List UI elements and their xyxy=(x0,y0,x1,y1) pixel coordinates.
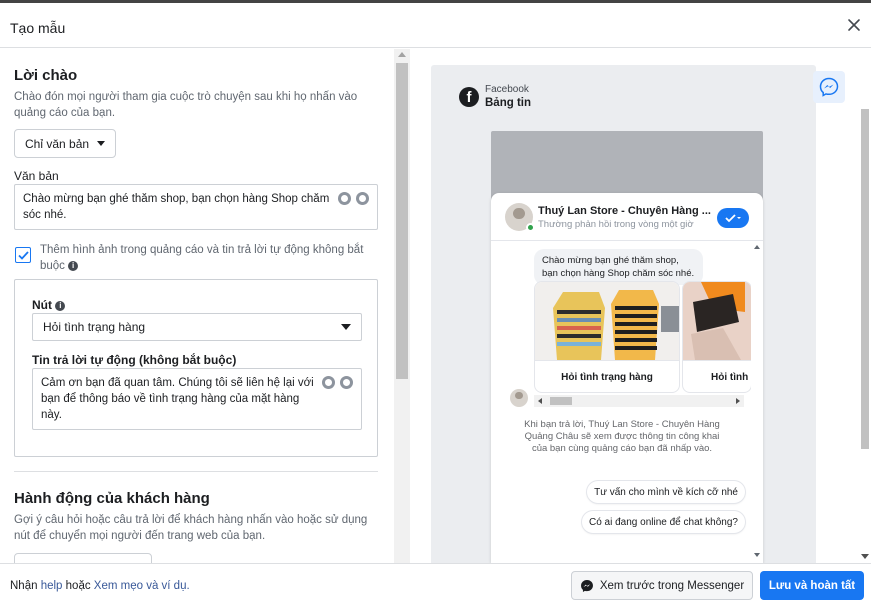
dialog-header: Tạo mẫu xyxy=(0,6,871,48)
privacy-notice: Khi bạn trả lời, Thuý Lan Store - Chuyên… xyxy=(524,419,720,454)
chat-header: Thuý Lan Store - Chuyên Hàng ... Thường … xyxy=(491,193,763,241)
info-icon[interactable]: i xyxy=(68,260,79,271)
format-select[interactable]: Chỉ văn bản xyxy=(14,129,117,158)
greeting-description: Chào đón mọi người tham gia cuộc trò chu… xyxy=(14,91,358,119)
product-card: Hỏi tình xyxy=(682,281,752,393)
save-and-finish-button[interactable]: Lưu và hoàn tất xyxy=(760,571,864,600)
button-select-value: Hỏi tình trạng hàng xyxy=(43,320,146,334)
greeting-text-field[interactable]: Chào mừng bạn ghé thăm shop, bạn chọn hà… xyxy=(14,184,378,230)
scroll-down-icon[interactable] xyxy=(754,553,760,557)
scrollbar-thumb[interactable] xyxy=(861,109,869,449)
add-images-label-text: Thêm hình ảnh trong quảng cáo và tin trả… xyxy=(40,244,364,272)
add-images-checkbox[interactable] xyxy=(15,247,31,263)
scroll-left-icon[interactable] xyxy=(538,398,542,404)
facebook-icon: f xyxy=(459,87,479,107)
product-image xyxy=(683,282,751,360)
dialog-title: Tạo mẫu xyxy=(10,20,66,36)
tips-link[interactable]: Xem mẹo và ví dụ. xyxy=(94,580,190,592)
button-settings-box: Nút i Hỏi tình trạng hàng Tin trả lời tự… xyxy=(14,279,378,457)
section-divider xyxy=(14,471,378,472)
ask-availability-button[interactable]: Hỏi tình trạng hàng xyxy=(535,360,679,392)
quick-reply-chip[interactable]: Tư vấn cho mình về kích cỡ nhé xyxy=(587,481,745,503)
online-status-icon xyxy=(526,223,535,232)
preview-placement: Bảng tin xyxy=(485,97,531,109)
preview-source: Facebook xyxy=(485,84,529,95)
form-scrollbar[interactable] xyxy=(394,49,410,563)
emoji-icon[interactable] xyxy=(322,376,335,389)
auto-reply-value: Cảm ơn bạn đã quan tâm. Chúng tôi sẽ liê… xyxy=(41,377,314,421)
greeting-text-value: Chào mừng bạn ghé thăm shop, bạn chọn hà… xyxy=(23,193,330,221)
page-response-time: Thường phản hồi trong vòng một giờ xyxy=(538,219,694,230)
caret-down-icon xyxy=(341,324,351,330)
help-middle: hoặc xyxy=(65,580,91,592)
checkmark-icon xyxy=(17,250,29,260)
greeting-heading: Lời chào xyxy=(14,67,78,84)
product-image xyxy=(535,282,679,360)
personalize-icon[interactable] xyxy=(356,192,369,205)
scroll-up-icon[interactable] xyxy=(754,245,760,249)
customer-action-select[interactable] xyxy=(14,553,152,563)
scrollbar-thumb[interactable] xyxy=(550,397,572,405)
add-images-label: Thêm hình ảnh trong quảng cáo và tin trả… xyxy=(40,242,370,274)
checkmark-icon xyxy=(725,214,741,223)
button-label: Nút i xyxy=(32,298,66,312)
scroll-up-icon[interactable] xyxy=(398,52,406,57)
checkmark-dropdown-button[interactable] xyxy=(717,208,749,228)
scroll-down-icon[interactable] xyxy=(861,554,869,559)
personalize-icon[interactable] xyxy=(340,376,353,389)
caret-down-icon xyxy=(97,141,106,146)
help-prefix: Nhận xyxy=(10,580,38,592)
messenger-placement-button[interactable] xyxy=(813,71,845,103)
text-label: Văn bản xyxy=(14,169,59,183)
close-icon[interactable] xyxy=(847,18,861,32)
create-template-dialog: Tạo mẫu Lời chào Chào đón mọi người tham… xyxy=(0,0,871,609)
ask-availability-button[interactable]: Hỏi tình xyxy=(683,360,751,392)
greeting-bubble: Chào mừng bạn ghé thăm shop, bạn chọn hà… xyxy=(534,249,703,285)
info-icon[interactable]: i xyxy=(55,300,66,311)
scroll-right-icon[interactable] xyxy=(736,398,740,404)
auto-reply-field[interactable]: Cảm ơn bạn đã quan tâm. Chúng tôi sẽ liê… xyxy=(32,368,362,430)
product-card: Hỏi tình trạng hàng xyxy=(534,281,680,393)
help-link[interactable]: help xyxy=(41,580,63,592)
carousel-scrollbar[interactable] xyxy=(534,395,744,407)
preview-panel: f Facebook Bảng tin Thuý Lan Store - Chu… xyxy=(410,49,871,563)
customer-actions-heading: Hành động của khách hàng xyxy=(14,490,210,507)
chat-scrollbar[interactable] xyxy=(751,241,763,563)
quick-reply-chip[interactable]: Có ai đang online để chat không? xyxy=(581,511,745,533)
dialog-footer: Nhận help hoặc Xem mẹo và ví dụ. Xem trư… xyxy=(0,563,871,609)
page-avatar-small xyxy=(510,389,528,407)
button-select[interactable]: Hỏi tình trạng hàng xyxy=(32,313,362,341)
auto-reply-label: Tin trả lời tự động (không bắt buộc) xyxy=(32,353,237,367)
page-name: Thuý Lan Store - Chuyên Hàng ... xyxy=(538,205,711,217)
emoji-icon[interactable] xyxy=(338,192,351,205)
button-label-text: Nút xyxy=(32,298,52,312)
customer-actions-description: Gợi ý câu hỏi hoặc câu trả lời để khách … xyxy=(14,514,368,542)
messenger-icon xyxy=(819,77,839,97)
preview-area: f Facebook Bảng tin Thuý Lan Store - Chu… xyxy=(431,65,816,563)
messenger-chat-preview: Thuý Lan Store - Chuyên Hàng ... Thường … xyxy=(491,193,763,563)
preview-in-messenger-button[interactable]: Xem trước trong Messenger xyxy=(571,571,753,600)
preview-in-messenger-label: Xem trước trong Messenger xyxy=(599,579,745,592)
scrollbar-thumb[interactable] xyxy=(396,63,408,379)
format-select-value: Chỉ văn bản xyxy=(25,136,90,151)
form-panel: Lời chào Chào đón mọi người tham gia cuộ… xyxy=(0,49,410,563)
preview-scrollbar[interactable] xyxy=(859,49,871,563)
help-text: Nhận help hoặc Xem mẹo và ví dụ. xyxy=(10,580,190,592)
messenger-icon xyxy=(580,579,593,592)
